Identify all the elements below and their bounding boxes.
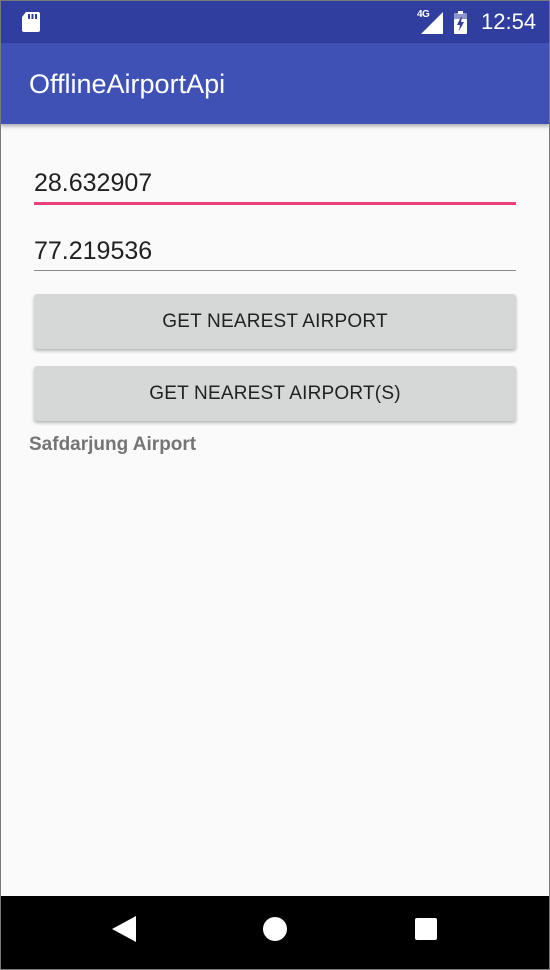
get-nearest-airports-button[interactable]: GET NEAREST AIRPORT(S) <box>34 366 516 421</box>
app-bar: OfflineAirportApi <box>0 43 550 124</box>
sd-card-icon <box>22 12 40 32</box>
status-clock: 12:54 <box>481 9 537 34</box>
latitude-input[interactable]: 28.632907 <box>34 168 516 208</box>
battery-icon <box>454 11 467 34</box>
status-bar: 4G 12:54 <box>0 0 550 43</box>
get-nearest-airport-button[interactable]: GET NEAREST AIRPORT <box>34 294 516 349</box>
latitude-value[interactable]: 28.632907 <box>34 168 516 198</box>
longitude-value[interactable]: 77.219536 <box>34 236 516 266</box>
app-title: OfflineAirportApi <box>29 69 226 99</box>
longitude-underline <box>34 270 516 271</box>
latitude-underline <box>34 202 516 205</box>
recents-icon[interactable] <box>415 918 437 940</box>
back-icon[interactable] <box>112 916 136 942</box>
device-frame <box>0 0 550 970</box>
navigation-bar <box>0 896 550 970</box>
longitude-input[interactable]: 77.219536 <box>34 236 516 276</box>
signal-icon <box>421 12 443 34</box>
home-icon[interactable] <box>263 917 287 941</box>
result-text: Safdarjung Airport <box>29 434 197 455</box>
